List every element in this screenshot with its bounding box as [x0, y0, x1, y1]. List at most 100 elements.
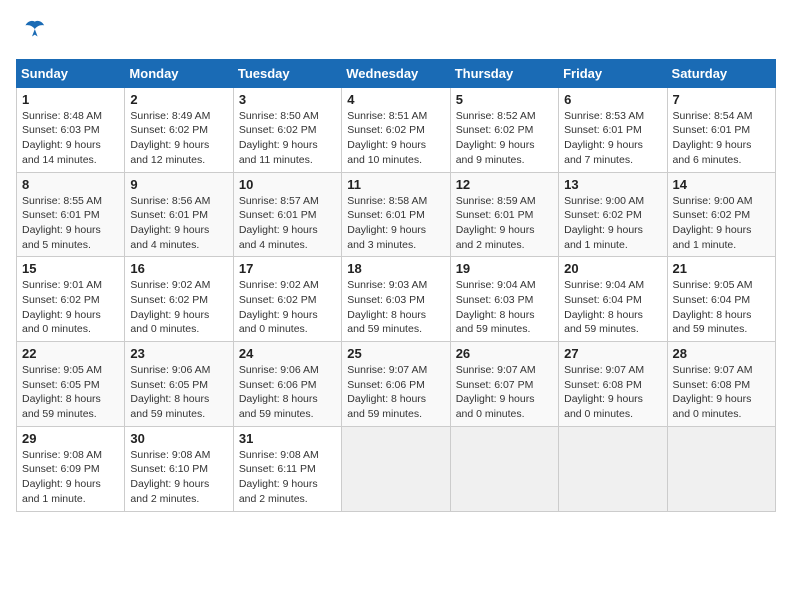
- day-info: Sunrise: 8:59 AM Sunset: 6:01 PM Dayligh…: [456, 194, 553, 253]
- sunrise-label: Sunrise: 8:53 AM: [564, 110, 644, 122]
- day-info: Sunrise: 9:04 AM Sunset: 6:04 PM Dayligh…: [564, 278, 661, 337]
- sunrise-label: Sunrise: 8:50 AM: [239, 110, 319, 122]
- sunset-label: Sunset: 6:01 PM: [673, 124, 751, 136]
- day-cell: 22 Sunrise: 9:05 AM Sunset: 6:05 PM Dayl…: [17, 342, 125, 427]
- sunset-label: Sunset: 6:10 PM: [130, 463, 208, 475]
- day-cell: 13 Sunrise: 9:00 AM Sunset: 6:02 PM Dayl…: [559, 172, 667, 257]
- day-cell: 15 Sunrise: 9:01 AM Sunset: 6:02 PM Dayl…: [17, 257, 125, 342]
- day-number: 27: [564, 346, 661, 361]
- day-cell: 8 Sunrise: 8:55 AM Sunset: 6:01 PM Dayli…: [17, 172, 125, 257]
- sunset-label: Sunset: 6:01 PM: [456, 209, 534, 221]
- weekday-monday: Monday: [125, 59, 233, 87]
- daylight-label: Daylight: 9 hours and 3 minutes.: [347, 224, 426, 251]
- day-number: 8: [22, 177, 119, 192]
- day-cell: 7 Sunrise: 8:54 AM Sunset: 6:01 PM Dayli…: [667, 87, 775, 172]
- sunrise-label: Sunrise: 8:59 AM: [456, 195, 536, 207]
- daylight-label: Daylight: 9 hours and 0 minutes.: [456, 393, 535, 420]
- day-cell: 25 Sunrise: 9:07 AM Sunset: 6:06 PM Dayl…: [342, 342, 450, 427]
- weekday-tuesday: Tuesday: [233, 59, 341, 87]
- day-number: 13: [564, 177, 661, 192]
- day-number: 26: [456, 346, 553, 361]
- daylight-label: Daylight: 8 hours and 59 minutes.: [22, 393, 101, 420]
- sunrise-label: Sunrise: 9:00 AM: [673, 195, 753, 207]
- day-cell: [450, 426, 558, 511]
- daylight-label: Daylight: 9 hours and 12 minutes.: [130, 139, 209, 166]
- day-number: 23: [130, 346, 227, 361]
- day-cell: 17 Sunrise: 9:02 AM Sunset: 6:02 PM Dayl…: [233, 257, 341, 342]
- day-cell: 3 Sunrise: 8:50 AM Sunset: 6:02 PM Dayli…: [233, 87, 341, 172]
- day-number: 6: [564, 92, 661, 107]
- day-cell: 18 Sunrise: 9:03 AM Sunset: 6:03 PM Dayl…: [342, 257, 450, 342]
- sunrise-label: Sunrise: 9:00 AM: [564, 195, 644, 207]
- day-info: Sunrise: 9:05 AM Sunset: 6:05 PM Dayligh…: [22, 363, 119, 422]
- daylight-label: Daylight: 9 hours and 1 minute.: [22, 478, 101, 505]
- daylight-label: Daylight: 8 hours and 59 minutes.: [239, 393, 318, 420]
- day-cell: 12 Sunrise: 8:59 AM Sunset: 6:01 PM Dayl…: [450, 172, 558, 257]
- sunset-label: Sunset: 6:11 PM: [239, 463, 316, 475]
- day-info: Sunrise: 9:05 AM Sunset: 6:04 PM Dayligh…: [673, 278, 770, 337]
- sunset-label: Sunset: 6:01 PM: [22, 209, 100, 221]
- day-cell: 29 Sunrise: 9:08 AM Sunset: 6:09 PM Dayl…: [17, 426, 125, 511]
- daylight-label: Daylight: 9 hours and 2 minutes.: [456, 224, 535, 251]
- sunrise-label: Sunrise: 8:57 AM: [239, 195, 319, 207]
- sunset-label: Sunset: 6:05 PM: [22, 379, 100, 391]
- day-info: Sunrise: 9:00 AM Sunset: 6:02 PM Dayligh…: [564, 194, 661, 253]
- sunset-label: Sunset: 6:03 PM: [22, 124, 100, 136]
- daylight-label: Daylight: 9 hours and 4 minutes.: [239, 224, 318, 251]
- day-info: Sunrise: 9:02 AM Sunset: 6:02 PM Dayligh…: [239, 278, 336, 337]
- daylight-label: Daylight: 9 hours and 0 minutes.: [673, 393, 752, 420]
- sunset-label: Sunset: 6:02 PM: [564, 209, 642, 221]
- daylight-label: Daylight: 9 hours and 9 minutes.: [456, 139, 535, 166]
- day-cell: 27 Sunrise: 9:07 AM Sunset: 6:08 PM Dayl…: [559, 342, 667, 427]
- week-row-5: 29 Sunrise: 9:08 AM Sunset: 6:09 PM Dayl…: [17, 426, 776, 511]
- day-cell: [667, 426, 775, 511]
- daylight-label: Daylight: 9 hours and 2 minutes.: [130, 478, 209, 505]
- sunset-label: Sunset: 6:08 PM: [564, 379, 642, 391]
- daylight-label: Daylight: 9 hours and 14 minutes.: [22, 139, 101, 166]
- weekday-sunday: Sunday: [17, 59, 125, 87]
- day-number: 22: [22, 346, 119, 361]
- day-info: Sunrise: 8:54 AM Sunset: 6:01 PM Dayligh…: [673, 109, 770, 168]
- day-cell: [559, 426, 667, 511]
- sunrise-label: Sunrise: 8:51 AM: [347, 110, 427, 122]
- daylight-label: Daylight: 9 hours and 0 minutes.: [22, 309, 101, 336]
- day-number: 7: [673, 92, 770, 107]
- day-number: 25: [347, 346, 444, 361]
- day-info: Sunrise: 8:57 AM Sunset: 6:01 PM Dayligh…: [239, 194, 336, 253]
- sunrise-label: Sunrise: 9:04 AM: [564, 279, 644, 291]
- day-number: 14: [673, 177, 770, 192]
- day-number: 4: [347, 92, 444, 107]
- sunset-label: Sunset: 6:02 PM: [347, 124, 425, 136]
- day-info: Sunrise: 8:55 AM Sunset: 6:01 PM Dayligh…: [22, 194, 119, 253]
- sunrise-label: Sunrise: 9:08 AM: [239, 449, 319, 461]
- daylight-label: Daylight: 8 hours and 59 minutes.: [564, 309, 643, 336]
- week-row-3: 15 Sunrise: 9:01 AM Sunset: 6:02 PM Dayl…: [17, 257, 776, 342]
- sunset-label: Sunset: 6:01 PM: [130, 209, 208, 221]
- sunrise-label: Sunrise: 9:02 AM: [239, 279, 319, 291]
- day-cell: 30 Sunrise: 9:08 AM Sunset: 6:10 PM Dayl…: [125, 426, 233, 511]
- day-cell: 10 Sunrise: 8:57 AM Sunset: 6:01 PM Dayl…: [233, 172, 341, 257]
- day-number: 19: [456, 261, 553, 276]
- sunset-label: Sunset: 6:05 PM: [130, 379, 208, 391]
- week-row-4: 22 Sunrise: 9:05 AM Sunset: 6:05 PM Dayl…: [17, 342, 776, 427]
- sunrise-label: Sunrise: 9:04 AM: [456, 279, 536, 291]
- sunset-label: Sunset: 6:02 PM: [673, 209, 751, 221]
- day-number: 15: [22, 261, 119, 276]
- week-row-2: 8 Sunrise: 8:55 AM Sunset: 6:01 PM Dayli…: [17, 172, 776, 257]
- sunrise-label: Sunrise: 9:07 AM: [456, 364, 536, 376]
- calendar-table: SundayMondayTuesdayWednesdayThursdayFrid…: [16, 59, 776, 512]
- day-number: 30: [130, 431, 227, 446]
- day-info: Sunrise: 9:07 AM Sunset: 6:06 PM Dayligh…: [347, 363, 444, 422]
- sunrise-label: Sunrise: 8:52 AM: [456, 110, 536, 122]
- sunset-label: Sunset: 6:03 PM: [456, 294, 534, 306]
- day-cell: 16 Sunrise: 9:02 AM Sunset: 6:02 PM Dayl…: [125, 257, 233, 342]
- day-cell: 23 Sunrise: 9:06 AM Sunset: 6:05 PM Dayl…: [125, 342, 233, 427]
- day-info: Sunrise: 8:48 AM Sunset: 6:03 PM Dayligh…: [22, 109, 119, 168]
- day-info: Sunrise: 9:01 AM Sunset: 6:02 PM Dayligh…: [22, 278, 119, 337]
- day-cell: 28 Sunrise: 9:07 AM Sunset: 6:08 PM Dayl…: [667, 342, 775, 427]
- sunset-label: Sunset: 6:02 PM: [456, 124, 534, 136]
- day-info: Sunrise: 9:02 AM Sunset: 6:02 PM Dayligh…: [130, 278, 227, 337]
- day-cell: 26 Sunrise: 9:07 AM Sunset: 6:07 PM Dayl…: [450, 342, 558, 427]
- day-cell: 20 Sunrise: 9:04 AM Sunset: 6:04 PM Dayl…: [559, 257, 667, 342]
- sunrise-label: Sunrise: 8:54 AM: [673, 110, 753, 122]
